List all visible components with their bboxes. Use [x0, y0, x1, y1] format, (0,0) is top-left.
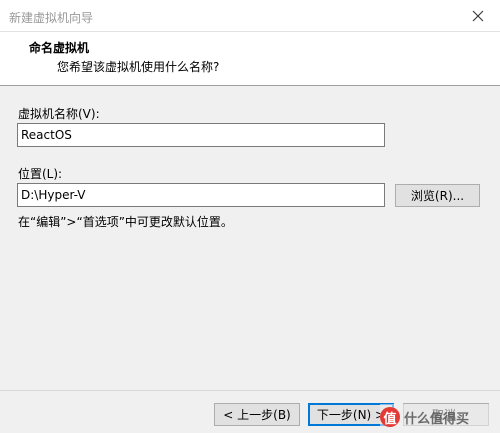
back-button[interactable]: < 上一步(B) — [214, 403, 300, 426]
location-input[interactable] — [17, 183, 385, 207]
wizard-header: 命名虚拟机 您希望该虚拟机使用什么名称? — [0, 32, 500, 86]
close-button[interactable] — [456, 0, 500, 32]
footer-divider — [0, 390, 500, 391]
title-bar: 新建虚拟机向导 — [0, 0, 500, 32]
location-hint: 在“编辑”>“首选项”中可更改默认位置。 — [18, 215, 233, 229]
watermark: 值 什么值得买 — [380, 404, 500, 430]
location-label: 位置(L): — [18, 167, 63, 181]
page-subtitle: 您希望该虚拟机使用什么名称? — [57, 60, 220, 74]
watermark-text: 什么值得买 — [404, 411, 470, 427]
browse-button[interactable]: 浏览(R)... — [395, 184, 480, 207]
watermark-logo-icon: 值 — [380, 407, 400, 427]
window-title: 新建虚拟机向导 — [9, 11, 94, 25]
vm-name-label: 虚拟机名称(V): — [18, 107, 100, 121]
close-icon — [472, 10, 484, 22]
page-title: 命名虚拟机 — [29, 41, 90, 55]
vm-name-input[interactable] — [17, 123, 385, 147]
